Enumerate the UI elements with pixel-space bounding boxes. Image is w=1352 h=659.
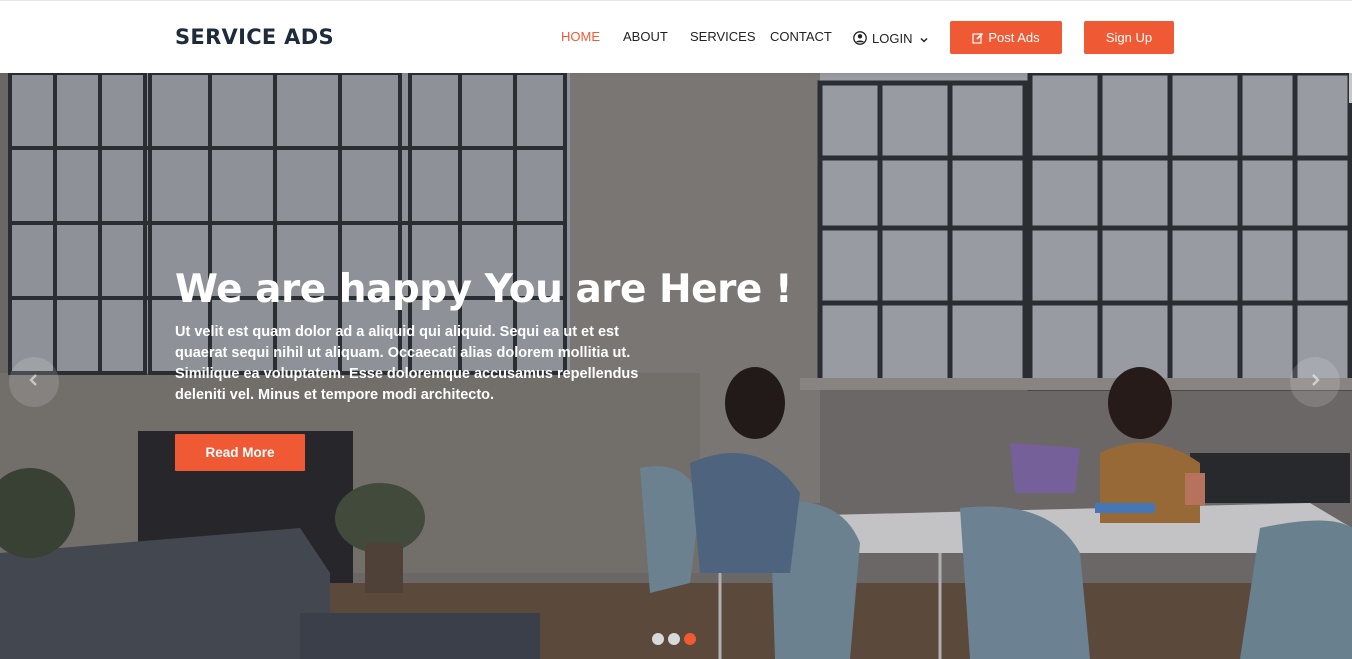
slider-dot-1[interactable] — [652, 633, 664, 645]
chevron-left-icon — [26, 372, 42, 393]
nav-contact[interactable]: CONTACT — [770, 29, 832, 45]
sign-up-label: Sign Up — [1105, 30, 1153, 45]
post-ads-button[interactable]: Post Ads — [950, 21, 1062, 54]
chevron-down-icon — [919, 33, 929, 43]
slider-next-button[interactable] — [1290, 357, 1340, 407]
chevron-right-icon — [1307, 372, 1323, 393]
nav-about[interactable]: ABOUT — [623, 29, 668, 45]
hero-slider: We are happy You are Here ! Ut velit est… — [0, 73, 1352, 659]
login-dropdown[interactable]: LOGIN — [853, 29, 929, 47]
slider-prev-button[interactable] — [9, 357, 59, 407]
post-ads-label: Post Ads — [988, 30, 1040, 45]
slider-dot-3[interactable] — [684, 633, 696, 645]
sign-up-button[interactable]: Sign Up — [1084, 21, 1174, 54]
login-label: LOGIN — [872, 30, 913, 46]
slider-indicators — [652, 633, 696, 645]
user-circle-icon — [853, 31, 867, 45]
brand-logo[interactable]: SERVICE ADS — [175, 25, 334, 49]
edit-icon — [972, 32, 984, 44]
read-more-button[interactable]: Read More — [175, 434, 305, 471]
hero-description: Ut velit est quam dolor ad a aliquid qui… — [175, 324, 639, 403]
nav-services[interactable]: SERVICES — [690, 29, 756, 45]
hero-title: We are happy You are Here ! — [175, 267, 793, 312]
nav-home[interactable]: HOME — [561, 29, 600, 45]
slider-dot-2[interactable] — [668, 633, 680, 645]
site-header: SERVICE ADS HOME ABOUT SERVICES CONTACT … — [0, 0, 1352, 73]
